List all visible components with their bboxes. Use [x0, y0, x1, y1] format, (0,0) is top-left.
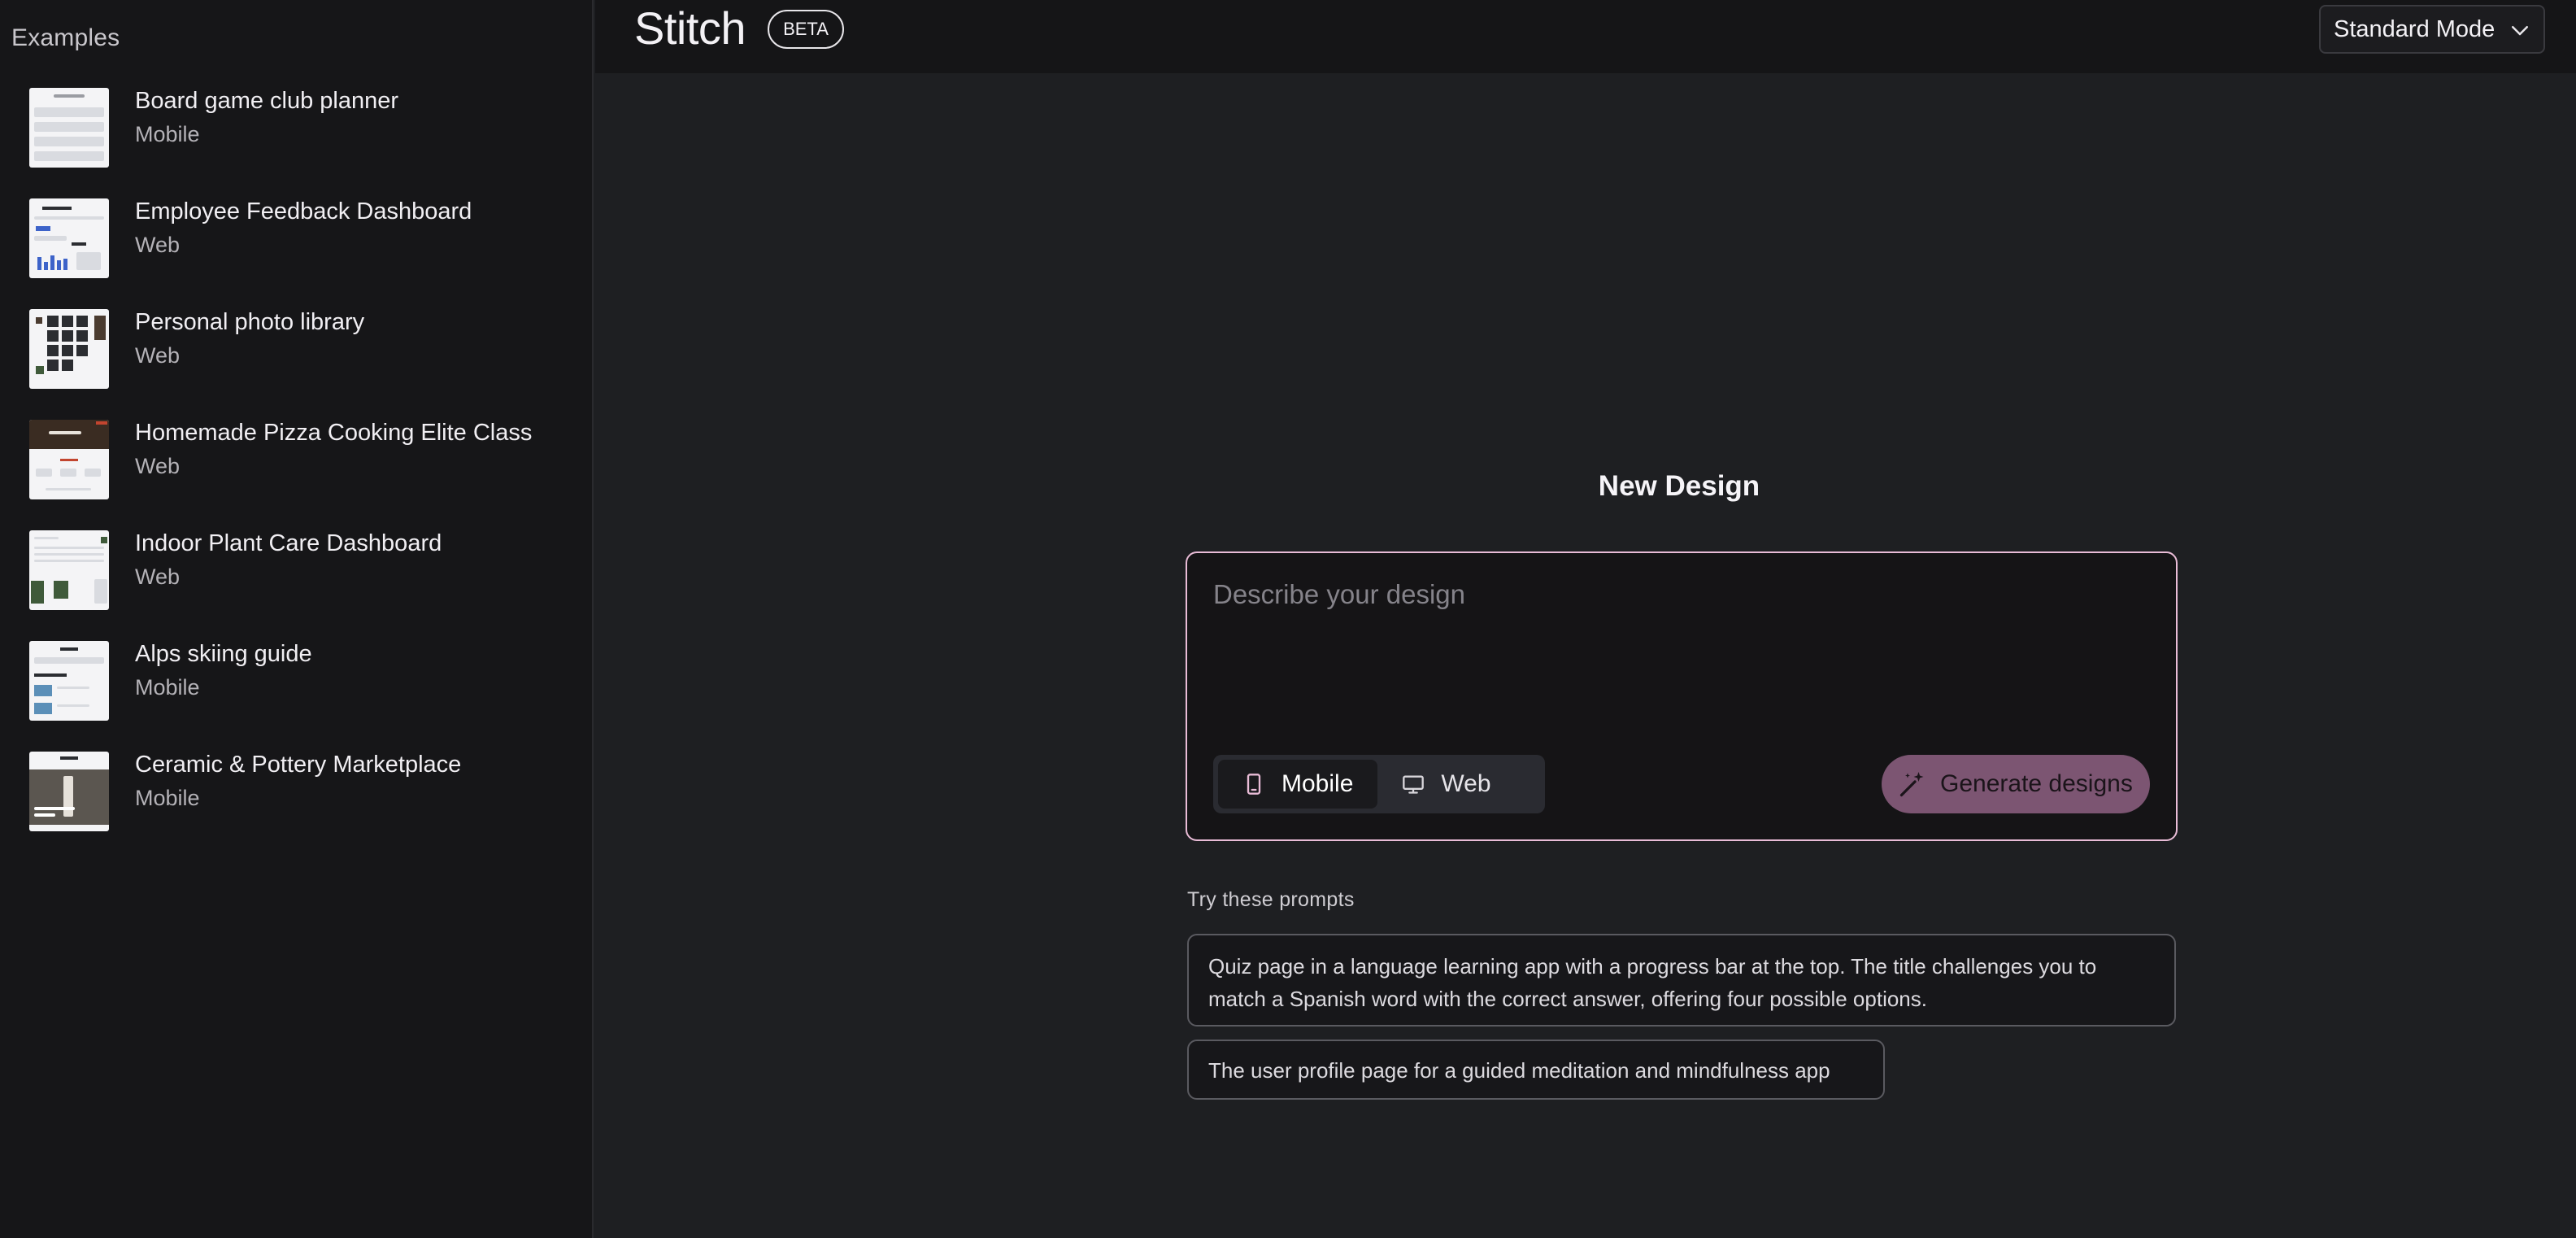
- prompt-suggestion[interactable]: Quiz page in a language learning app wit…: [1187, 934, 2176, 1027]
- platform-option-mobile[interactable]: Mobile: [1218, 760, 1378, 809]
- example-title: Personal photo library: [135, 309, 365, 335]
- mode-select[interactable]: Standard Mode: [2319, 5, 2545, 54]
- mode-select-value: Standard Mode: [2334, 15, 2496, 42]
- design-description-input[interactable]: [1212, 578, 2147, 724]
- beta-badge: BETA: [768, 10, 844, 49]
- platform-option-web[interactable]: Web: [1377, 760, 1515, 809]
- example-type: Web: [135, 343, 181, 368]
- example-title: Employee Feedback Dashboard: [135, 198, 472, 224]
- platform-option-label: Mobile: [1281, 770, 1354, 797]
- example-thumbnail: [29, 420, 109, 499]
- example-title: Alps skiing guide: [135, 641, 312, 667]
- example-item-board-game[interactable]: Board game club planner Mobile: [29, 88, 574, 169]
- sidebar-heading: Examples: [11, 24, 120, 51]
- example-title: Indoor Plant Care Dashboard: [135, 530, 442, 556]
- monitor-icon: [1403, 775, 1425, 794]
- example-thumbnail: [29, 198, 109, 278]
- platform-option-label: Web: [1441, 770, 1491, 797]
- example-thumbnail: [29, 309, 109, 389]
- prompts-heading: Try these prompts: [1187, 888, 1355, 911]
- top-bar: [595, 0, 2576, 73]
- examples-sidebar: Examples Board game club planner Mobile: [0, 0, 594, 1238]
- example-item-plant-care[interactable]: Indoor Plant Care Dashboard Web: [29, 530, 574, 612]
- example-type: Web: [135, 454, 181, 478]
- example-item-alps-skiing[interactable]: Alps skiing guide Mobile: [29, 641, 574, 722]
- example-thumbnail: [29, 641, 109, 721]
- prompt-suggestion[interactable]: The user profile page for a guided medit…: [1187, 1040, 1885, 1100]
- example-type: Web: [135, 233, 181, 257]
- smartphone-icon: [1247, 774, 1261, 795]
- example-thumbnail: [29, 752, 109, 831]
- example-item-employee-feedback[interactable]: Employee Feedback Dashboard Web: [29, 198, 574, 280]
- platform-toggle: Mobile Web: [1213, 755, 1545, 813]
- example-title: Homemade Pizza Cooking Elite Class: [135, 420, 533, 446]
- chevron-down-icon: [2512, 26, 2528, 36]
- example-item-photo-library[interactable]: Personal photo library Web: [29, 309, 574, 390]
- example-type: Mobile: [135, 675, 200, 700]
- example-type: Mobile: [135, 786, 200, 810]
- example-title: Ceramic & Pottery Marketplace: [135, 752, 462, 778]
- page-title: New Design: [1598, 470, 1760, 502]
- magic-wand-icon: [1899, 772, 1924, 797]
- example-item-pizza-class[interactable]: Homemade Pizza Cooking Elite Class Web: [29, 420, 574, 501]
- example-title: Board game club planner: [135, 88, 399, 114]
- example-thumbnail: [29, 530, 109, 610]
- app-logo[interactable]: Stitch: [634, 2, 746, 54]
- generate-designs-button[interactable]: Generate designs: [1882, 755, 2150, 813]
- example-thumbnail: [29, 88, 109, 168]
- design-composer: Mobile Web Generate designs: [1186, 551, 2178, 841]
- generate-designs-label: Generate designs: [1940, 770, 2133, 797]
- example-type: Web: [135, 565, 181, 589]
- example-type: Mobile: [135, 122, 200, 146]
- example-item-ceramic-marketplace[interactable]: Ceramic & Pottery Marketplace Mobile: [29, 752, 574, 833]
